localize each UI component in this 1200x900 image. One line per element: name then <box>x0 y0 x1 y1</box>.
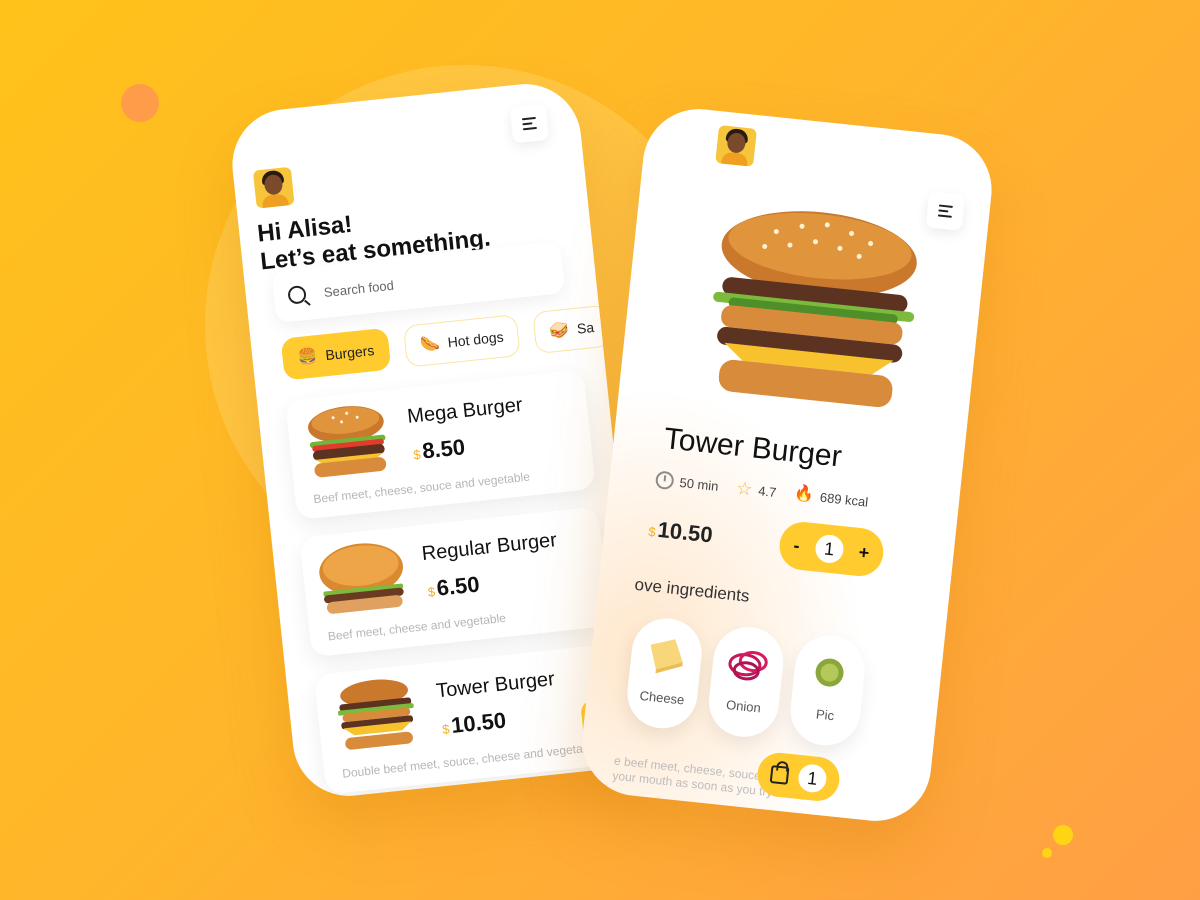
ingredient-cheese[interactable]: Cheese <box>623 614 706 732</box>
menu-icon <box>521 116 536 121</box>
hero-burger-image <box>713 211 917 408</box>
price-value: 8.50 <box>421 434 467 464</box>
food-name: Tower Burger <box>435 668 556 703</box>
decrement-button[interactable]: - <box>793 535 801 557</box>
currency-symbol: $ <box>647 523 657 540</box>
prep-time-value: 50 min <box>678 474 720 494</box>
increment-button[interactable]: + <box>858 542 871 564</box>
ingredient-label: Cheese <box>638 687 686 708</box>
burger-image <box>319 543 404 614</box>
food-price: $8.50 <box>412 434 467 465</box>
food-name: Mega Burger <box>406 393 524 428</box>
category-label: Sa <box>576 319 595 337</box>
category-label: Hot dogs <box>446 328 505 351</box>
category-burgers[interactable]: 🍔 Burgers <box>280 327 392 381</box>
decor-dot-yellow-large <box>1053 825 1073 845</box>
sandwich-icon: 🥪 <box>548 321 570 341</box>
food-price: $10.50 <box>441 707 508 740</box>
currency-symbol: $ <box>412 446 422 463</box>
currency-symbol: $ <box>427 584 436 600</box>
avatar[interactable] <box>252 166 295 209</box>
food-price: $6.50 <box>426 571 481 602</box>
shopping-bag-icon <box>769 765 790 785</box>
avatar[interactable] <box>715 125 757 167</box>
ingredient-pickle[interactable]: Pic <box>787 632 869 749</box>
ingredient-label: Onion <box>725 697 762 716</box>
ingredient-label: Pic <box>815 706 835 724</box>
calories-value: 689 kcal <box>819 489 869 510</box>
category-hot-dogs[interactable]: 🌭 Hot dogs <box>402 314 521 368</box>
price-value: 10.50 <box>449 707 508 739</box>
menu-icon <box>938 204 953 208</box>
cheese-icon <box>650 639 683 674</box>
category-sandwiches[interactable]: 🥪 Sa <box>532 304 612 355</box>
food-card-mega[interactable]: Mega Burger $8.50 Beef meet, cheese, sou… <box>285 369 596 521</box>
burger-image <box>308 406 387 478</box>
search-icon <box>287 284 307 305</box>
hotdog-icon: 🌭 <box>419 335 441 355</box>
home-screen: Hi Alisa! Let’s eat something. 🍔 Burgers… <box>226 78 648 802</box>
food-card-regular[interactable]: Regular Burger $6.50 Beef meet, cheese a… <box>299 506 611 658</box>
detail-screen: Tower Burger 50 min ☆ 4.7 🔥 689 kcal $10… <box>576 103 998 827</box>
decor-dot-orange <box>121 84 159 122</box>
onion-icon <box>728 650 768 681</box>
food-name: Regular Burger <box>420 529 558 566</box>
category-label: Burgers <box>324 342 376 364</box>
decor-dot-yellow-small <box>1042 848 1052 858</box>
currency-symbol: $ <box>441 721 451 737</box>
star-icon: ☆ <box>735 477 754 500</box>
search-input[interactable] <box>323 263 524 300</box>
fire-icon: 🔥 <box>793 484 816 504</box>
cart-count: 1 <box>796 762 828 794</box>
ingredient-onion[interactable]: Onion <box>705 623 787 741</box>
pickle-icon <box>815 658 844 687</box>
quantity-value: 1 <box>813 533 845 565</box>
burger-icon: 🍔 <box>296 348 319 368</box>
rating: ☆ 4.7 <box>735 477 778 501</box>
clock-icon <box>654 470 675 491</box>
price-value: 6.50 <box>435 571 481 601</box>
burger-image <box>337 679 414 750</box>
price-value: 10.50 <box>656 516 714 548</box>
rating-value: 4.7 <box>757 482 778 500</box>
menu-button[interactable] <box>509 103 550 144</box>
